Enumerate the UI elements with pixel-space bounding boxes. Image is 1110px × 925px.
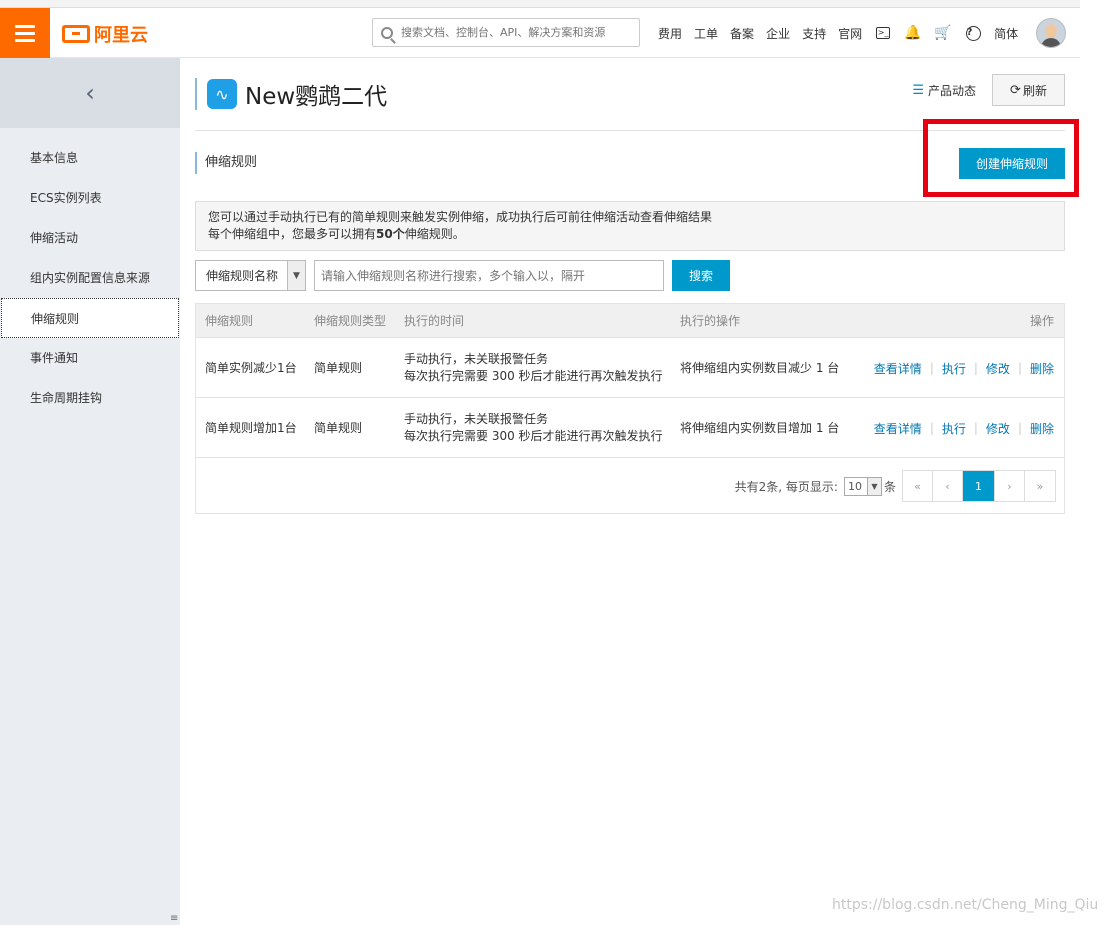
col-rule-type: 伸缩规则类型 (314, 314, 387, 328)
language-switch[interactable]: 简体 (994, 25, 1018, 42)
execute-link[interactable]: 执行 (942, 360, 966, 377)
exec-time-cell: 手动执行，未关联报警任务 每次执行完需要 300 秒后才能进行再次触发执行 (404, 352, 663, 383)
nav-official-site[interactable]: 官网 (838, 25, 862, 42)
pagination-row: 共有2条, 每页显示: 10 ▼ 条 « ‹ 1 › » (196, 459, 1064, 513)
exec-time-cell: 手动执行，未关联报警任务 每次执行完需要 300 秒后才能进行再次触发执行 (404, 412, 663, 443)
pager: « ‹ 1 › » (902, 470, 1056, 502)
red-highlight-annotation (923, 119, 1079, 197)
sidebar-item-config-source[interactable]: 组内实例配置信息来源 (0, 258, 180, 298)
col-operations: 操作 (1029, 314, 1054, 328)
filter-field-select[interactable]: 伸缩规则名称 ▼ (195, 260, 306, 291)
help-icon[interactable]: ? (965, 25, 981, 41)
next-page-button[interactable]: › (995, 471, 1025, 501)
col-rule-name: 伸缩规则 (205, 314, 254, 328)
chevron-left-icon: ‹ (85, 79, 95, 107)
global-search-input[interactable] (401, 26, 631, 39)
rule-name-cell: 简单实例减少1台 (205, 360, 297, 375)
page-size-unit: 条 (883, 480, 896, 494)
row-operations: 查看详情 | 执行 | 修改 | 删除 (873, 420, 1054, 437)
nav-icp[interactable]: 备案 (730, 25, 754, 42)
notice-line-2: 每个伸缩组中，您最多可以拥有50个伸缩规则。 (208, 227, 465, 241)
view-details-link[interactable]: 查看详情 (874, 360, 922, 377)
avatar[interactable] (1036, 18, 1067, 48)
total-text: 共有2条, 每页显示: (734, 480, 838, 494)
prev-page-button[interactable]: ‹ (933, 471, 963, 501)
watermark: https://blog.csdn.net/Cheng_Ming_Qiu (832, 897, 1099, 913)
sidebar-menu: 基本信息 ECS实例列表 伸缩活动 组内实例配置信息来源 伸缩规则 事件通知 生… (0, 128, 180, 418)
section-title: 伸缩规则 (195, 152, 257, 174)
sidebar-item-scaling-rules[interactable]: 伸缩规则 (1, 298, 179, 338)
filter-field-value: 伸缩规则名称 (206, 269, 279, 283)
cart-icon[interactable]: 🛒 (934, 25, 951, 41)
page-1-button[interactable]: 1 (963, 471, 995, 501)
bell-icon[interactable]: 🔔 (904, 25, 921, 41)
back-button[interactable]: ‹ (0, 58, 180, 128)
rule-name-cell: 简单规则增加1台 (205, 420, 297, 435)
view-details-link[interactable]: 查看详情 (874, 420, 922, 437)
execute-link[interactable]: 执行 (942, 420, 966, 437)
exec-action-cell: 将伸缩组内实例数目减少 1 台 (680, 360, 840, 375)
notice-line-1: 您可以通过手动执行已有的简单规则来触发实例伸缩，成功执行后可前往伸缩活动查看伸缩… (208, 210, 713, 224)
rule-name-search-input[interactable] (314, 260, 664, 291)
last-page-button[interactable]: » (1025, 471, 1055, 501)
row-operations: 查看详情 | 执行 | 修改 | 删除 (873, 360, 1054, 377)
info-notice: 您可以通过手动执行已有的简单规则来触发实例伸缩，成功执行后可前往伸缩活动查看伸缩… (195, 201, 1065, 251)
header-actions: ☰ 产品动态 ⟳ 刷新 (912, 74, 1065, 106)
product-wave-icon: ∿ (207, 79, 237, 109)
search-icon (381, 26, 393, 39)
scaling-group-name: New鹦鹉二代 (245, 84, 388, 110)
page-size-select[interactable]: 10 ▼ (843, 477, 882, 496)
page-title: ∿ New鹦鹉二代 (195, 78, 387, 110)
refresh-button[interactable]: ⟳ 刷新 (992, 74, 1065, 106)
table-row: 简单规则增加1台 简单规则 手动执行，未关联报警任务 每次执行完需要 300 秒… (196, 398, 1064, 458)
terminal-icon[interactable]: >_ (875, 25, 891, 41)
page-right-edge (1080, 0, 1110, 925)
rule-type-cell: 简单规则 (314, 360, 363, 375)
product-updates-link[interactable]: ☰ 产品动态 (912, 82, 976, 99)
top-nav-links: 费用 工单 备案 企业 支持 官网 >_ 🔔 🛒 ? 简体 (652, 8, 1067, 58)
sidebar-item-basic-info[interactable]: 基本信息 (0, 138, 180, 178)
logo-text: 阿里云 (94, 25, 148, 46)
filter-row: 伸缩规则名称 ▼ 搜索 (195, 260, 730, 291)
aliyun-logo[interactable]: 阿里云 (62, 21, 148, 47)
list-icon: ☰ (912, 82, 924, 98)
refresh-icon: ⟳ (1010, 82, 1021, 98)
table-row: 简单实例减少1台 简单规则 手动执行，未关联报警任务 每次执行完需要 300 秒… (196, 338, 1064, 398)
sidebar-item-scaling-activities[interactable]: 伸缩活动 (0, 218, 180, 258)
scaling-rules-table: 伸缩规则 伸缩规则类型 执行的时间 执行的操作 操作 简单实例减少1台 简单规则… (195, 303, 1065, 514)
hamburger-menu-icon[interactable] (0, 8, 50, 58)
table-header: 伸缩规则 伸缩规则类型 执行的时间 执行的操作 操作 (196, 304, 1064, 338)
top-navigation-bar: 阿里云 费用 工单 备案 企业 支持 官网 >_ 🔔 🛒 ? 简体 (0, 8, 1080, 58)
nav-billing[interactable]: 费用 (658, 25, 682, 42)
sidebar-item-event-notification[interactable]: 事件通知 (0, 338, 180, 378)
chevron-down-icon: ▼ (866, 478, 881, 495)
global-search-box[interactable] (372, 18, 640, 47)
sidebar-item-lifecycle-hooks[interactable]: 生命周期挂钩 (0, 378, 180, 418)
col-exec-time: 执行的时间 (404, 314, 465, 328)
rule-type-cell: 简单规则 (314, 420, 363, 435)
sidebar: ‹ 基本信息 ECS实例列表 伸缩活动 组内实例配置信息来源 伸缩规则 事件通知… (0, 58, 180, 925)
pagination-summary: 共有2条, 每页显示: 10 ▼ 条 (735, 477, 896, 496)
nav-ticket[interactable]: 工单 (694, 25, 718, 42)
first-page-button[interactable]: « (903, 471, 933, 501)
modify-link[interactable]: 修改 (986, 360, 1010, 377)
collapse-icon[interactable]: ≡ (170, 913, 180, 925)
aliyun-logo-icon (62, 25, 90, 43)
refresh-label: 刷新 (1022, 83, 1047, 98)
delete-link[interactable]: 删除 (1030, 420, 1054, 437)
modify-link[interactable]: 修改 (986, 420, 1010, 437)
product-updates-label: 产品动态 (927, 83, 976, 98)
exec-action-cell: 将伸缩组内实例数目增加 1 台 (680, 420, 840, 435)
nav-support[interactable]: 支持 (802, 25, 826, 42)
delete-link[interactable]: 删除 (1030, 360, 1054, 377)
sidebar-item-ecs-instances[interactable]: ECS实例列表 (0, 178, 180, 218)
browser-bookmark-strip (0, 0, 1110, 8)
search-button[interactable]: 搜索 (672, 260, 730, 291)
chevron-down-icon: ▼ (287, 261, 305, 290)
nav-enterprise[interactable]: 企业 (766, 25, 790, 42)
main-content: ∿ New鹦鹉二代 ☰ 产品动态 ⟳ 刷新 伸缩规则 创建伸缩规则 您可以通过手… (180, 58, 1080, 925)
col-exec-action: 执行的操作 (680, 314, 741, 328)
